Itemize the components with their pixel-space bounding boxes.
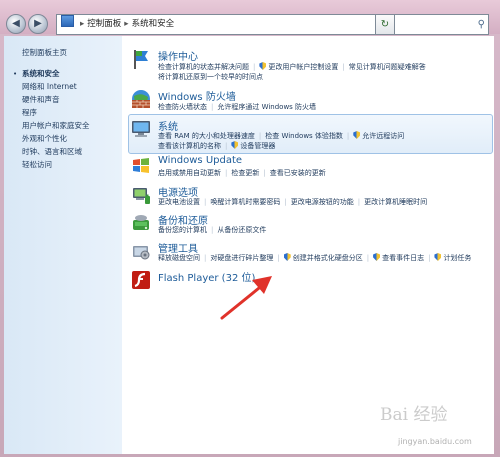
sidebar: 控制面板主页 • 系统和安全 网络和 Internet 硬件和声音 程序 用户帐… [4, 36, 122, 454]
experience-index-link[interactable]: 检查 Windows 体验指数 [265, 131, 343, 141]
system-restore-link[interactable]: 将计算机还原到一个较早的时间点 [158, 72, 263, 82]
check-firewall-link[interactable]: 检查防火墙状态 [158, 102, 207, 112]
task-scheduler-shield-icon [434, 253, 442, 261]
defrag-link[interactable]: 对硬盘进行碎片整理 [210, 253, 273, 263]
flag-icon [134, 50, 148, 69]
flash-player-icon [132, 271, 150, 289]
power-options-icon [133, 188, 150, 204]
battery-settings-link[interactable]: 更改电池设置 [158, 197, 200, 207]
backup-computer-link[interactable]: 备份您的计算机 [158, 225, 207, 235]
search-input[interactable]: ⚲ [394, 14, 489, 35]
breadcrumb-chevron-icon: ▸ [80, 19, 85, 29]
restore-files-link[interactable]: 从备份还原文件 [217, 225, 266, 235]
watermark-logo: Bai 经验 [380, 405, 448, 425]
sidebar-item-hardware-sound[interactable]: 硬件和声音 [22, 94, 60, 105]
search-icon[interactable]: ⚲ [478, 15, 485, 34]
sidebar-item-system-security[interactable]: 系统和安全 [22, 68, 60, 79]
sleep-time-link[interactable]: 更改计算机睡眠时间 [364, 197, 427, 207]
annotation-arrow-icon [220, 276, 272, 320]
breadcrumb-chevron-icon: ▸ [124, 19, 129, 29]
firewall-title[interactable]: Windows 防火墙 [158, 88, 236, 103]
main-content: 操作中心 检查计算机的状态并解决问题 | 更改用户帐户控制设置 | 常见计算机问题疑难解… [122, 36, 494, 454]
check-status-link[interactable]: 检查计算机的状态并解决问题 [158, 62, 249, 72]
sidebar-item-appearance[interactable]: 外观和个性化 [22, 133, 67, 144]
windows-update-links: 启用或禁用自动更新 | 检查更新 | 查看已安装的更新 [158, 168, 326, 178]
sidebar-item-user-accounts[interactable]: 用户帐户和家庭安全 [22, 120, 90, 131]
window-frame: ◀ ▶ ▸ 控制面板 ▸ 系统和安全 ↻ ⚲ 控制面板主页 • 系统和安全 网络和 I… [0, 0, 500, 457]
admin-tools-links: 释放磁盘空间 | 对硬盘进行碎片整理 | 创建并格式化硬盘分区 | 查看事件日志 | 计划任务 [158, 253, 472, 263]
remote-shield-icon [353, 131, 361, 139]
task-scheduler-link[interactable]: 计划任务 [443, 253, 471, 263]
action-center-links: 检查计算机的状态并解决问题 | 更改用户帐户控制设置 | 常见计算机问题疑难解答 [158, 62, 426, 72]
event-log-shield-icon [373, 253, 381, 261]
auto-update-link[interactable]: 启用或禁用自动更新 [158, 168, 221, 178]
sidebar-item-network[interactable]: 网络和 Internet [22, 81, 77, 92]
refresh-button[interactable]: ↻ [375, 14, 395, 35]
backup-links: 备份您的计算机 | 从备份还原文件 [158, 225, 267, 235]
action-center-links-2: 将计算机还原到一个较早的时间点 [158, 72, 263, 82]
power-button-link[interactable]: 更改电源按钮的功能 [291, 197, 354, 207]
device-manager-link[interactable]: 设备管理器 [240, 141, 275, 151]
computer-icon [132, 121, 150, 137]
uac-settings-link[interactable]: 更改用户帐户控制设置 [268, 62, 338, 72]
remote-access-link[interactable]: 允许远程访问 [362, 131, 404, 141]
system-links: 查看 RAM 的大小和处理器速度 | 检查 Windows 体验指数 | 允许远程访问 [158, 131, 405, 141]
event-log-link[interactable]: 查看事件日志 [382, 253, 424, 263]
backup-icon [133, 215, 149, 230]
wake-password-link[interactable]: 唤醒计算机时需要密码 [210, 197, 280, 207]
ram-cpu-link[interactable]: 查看 RAM 的大小和处理器速度 [158, 131, 255, 141]
back-button[interactable]: ◀ [6, 14, 26, 34]
breadcrumb-system-security[interactable]: 系统和安全 [132, 19, 175, 29]
sidebar-item-ease-of-access[interactable]: 轻松访问 [22, 159, 52, 170]
allow-program-link[interactable]: 允许程序通过 Windows 防火墙 [217, 102, 316, 112]
partition-link[interactable]: 创建并格式化硬盘分区 [293, 253, 363, 263]
check-updates-link[interactable]: 检查更新 [231, 168, 259, 178]
power-links: 更改电池设置 | 唤醒计算机时需要密码 | 更改电源按钮的功能 | 更改计算机睡眠时间 [158, 197, 428, 207]
breadcrumb-control-panel[interactable]: 控制面板 [87, 19, 121, 29]
uac-shield-icon [259, 62, 267, 70]
watermark-url: jingyan.baidu.com [398, 437, 472, 446]
address-bar[interactable]: ▸ 控制面板 ▸ 系统和安全 [56, 14, 376, 35]
computer-name-link[interactable]: 查看该计算机的名称 [158, 141, 221, 151]
partition-shield-icon [283, 253, 291, 261]
title-bar: ◀ ▶ ▸ 控制面板 ▸ 系统和安全 ↻ ⚲ [0, 0, 500, 35]
forward-button[interactable]: ▶ [28, 14, 48, 34]
device-manager-shield-icon [231, 141, 239, 149]
sidebar-home-link[interactable]: 控制面板主页 [22, 47, 67, 58]
installed-updates-link[interactable]: 查看已安装的更新 [270, 168, 326, 178]
windows-update-icon [133, 158, 149, 173]
control-panel-icon [61, 15, 74, 27]
free-disk-link[interactable]: 释放磁盘空间 [158, 253, 200, 263]
action-center-title[interactable]: 操作中心 [158, 48, 198, 63]
firewall-links: 检查防火墙状态 | 允许程序通过 Windows 防火墙 [158, 102, 317, 112]
windows-update-title[interactable]: Windows Update [158, 155, 242, 166]
admin-tools-icon [133, 246, 150, 260]
sidebar-item-clock-language[interactable]: 时钟、语言和区域 [22, 146, 82, 157]
sidebar-item-programs[interactable]: 程序 [22, 107, 37, 118]
sidebar-current-bullet: • [13, 70, 18, 78]
troubleshoot-link[interactable]: 常见计算机问题疑难解答 [349, 62, 426, 72]
system-links-2: 查看该计算机的名称 | 设备管理器 [158, 141, 276, 151]
firewall-icon [132, 90, 150, 108]
